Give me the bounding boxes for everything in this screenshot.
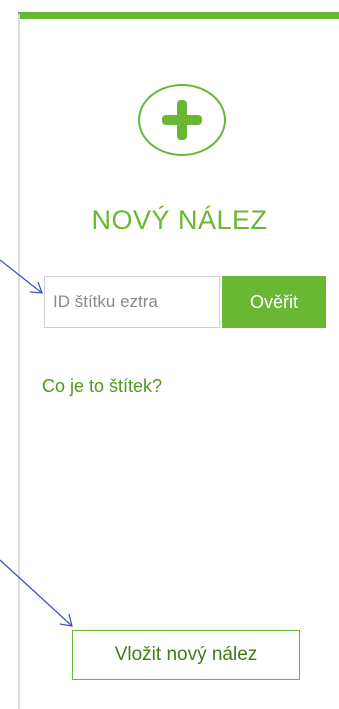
panel-left-border — [18, 14, 20, 709]
panel-title: NOVÝ NÁLEZ — [91, 205, 268, 235]
insert-new-find-button[interactable]: Vložit nový nález — [72, 630, 300, 680]
add-find-circle[interactable] — [138, 84, 226, 156]
verify-button[interactable]: Ověřit — [222, 276, 326, 328]
what-is-tag-link[interactable]: Co je to štítek? — [42, 376, 162, 397]
annotation-arrow-to-input — [0, 259, 43, 294]
annotation-arrow-to-button — [0, 559, 73, 627]
tag-id-input[interactable] — [44, 276, 220, 328]
annotation-arrowhead-button — [59, 613, 73, 627]
new-find-panel: NOVÝ NÁLEZ Ověřit Co je to štítek? Vloži… — [0, 0, 339, 709]
annotation-arrowhead-input — [29, 281, 43, 294]
plus-icon — [162, 100, 202, 140]
panel-top-accent-bar — [18, 12, 339, 19]
